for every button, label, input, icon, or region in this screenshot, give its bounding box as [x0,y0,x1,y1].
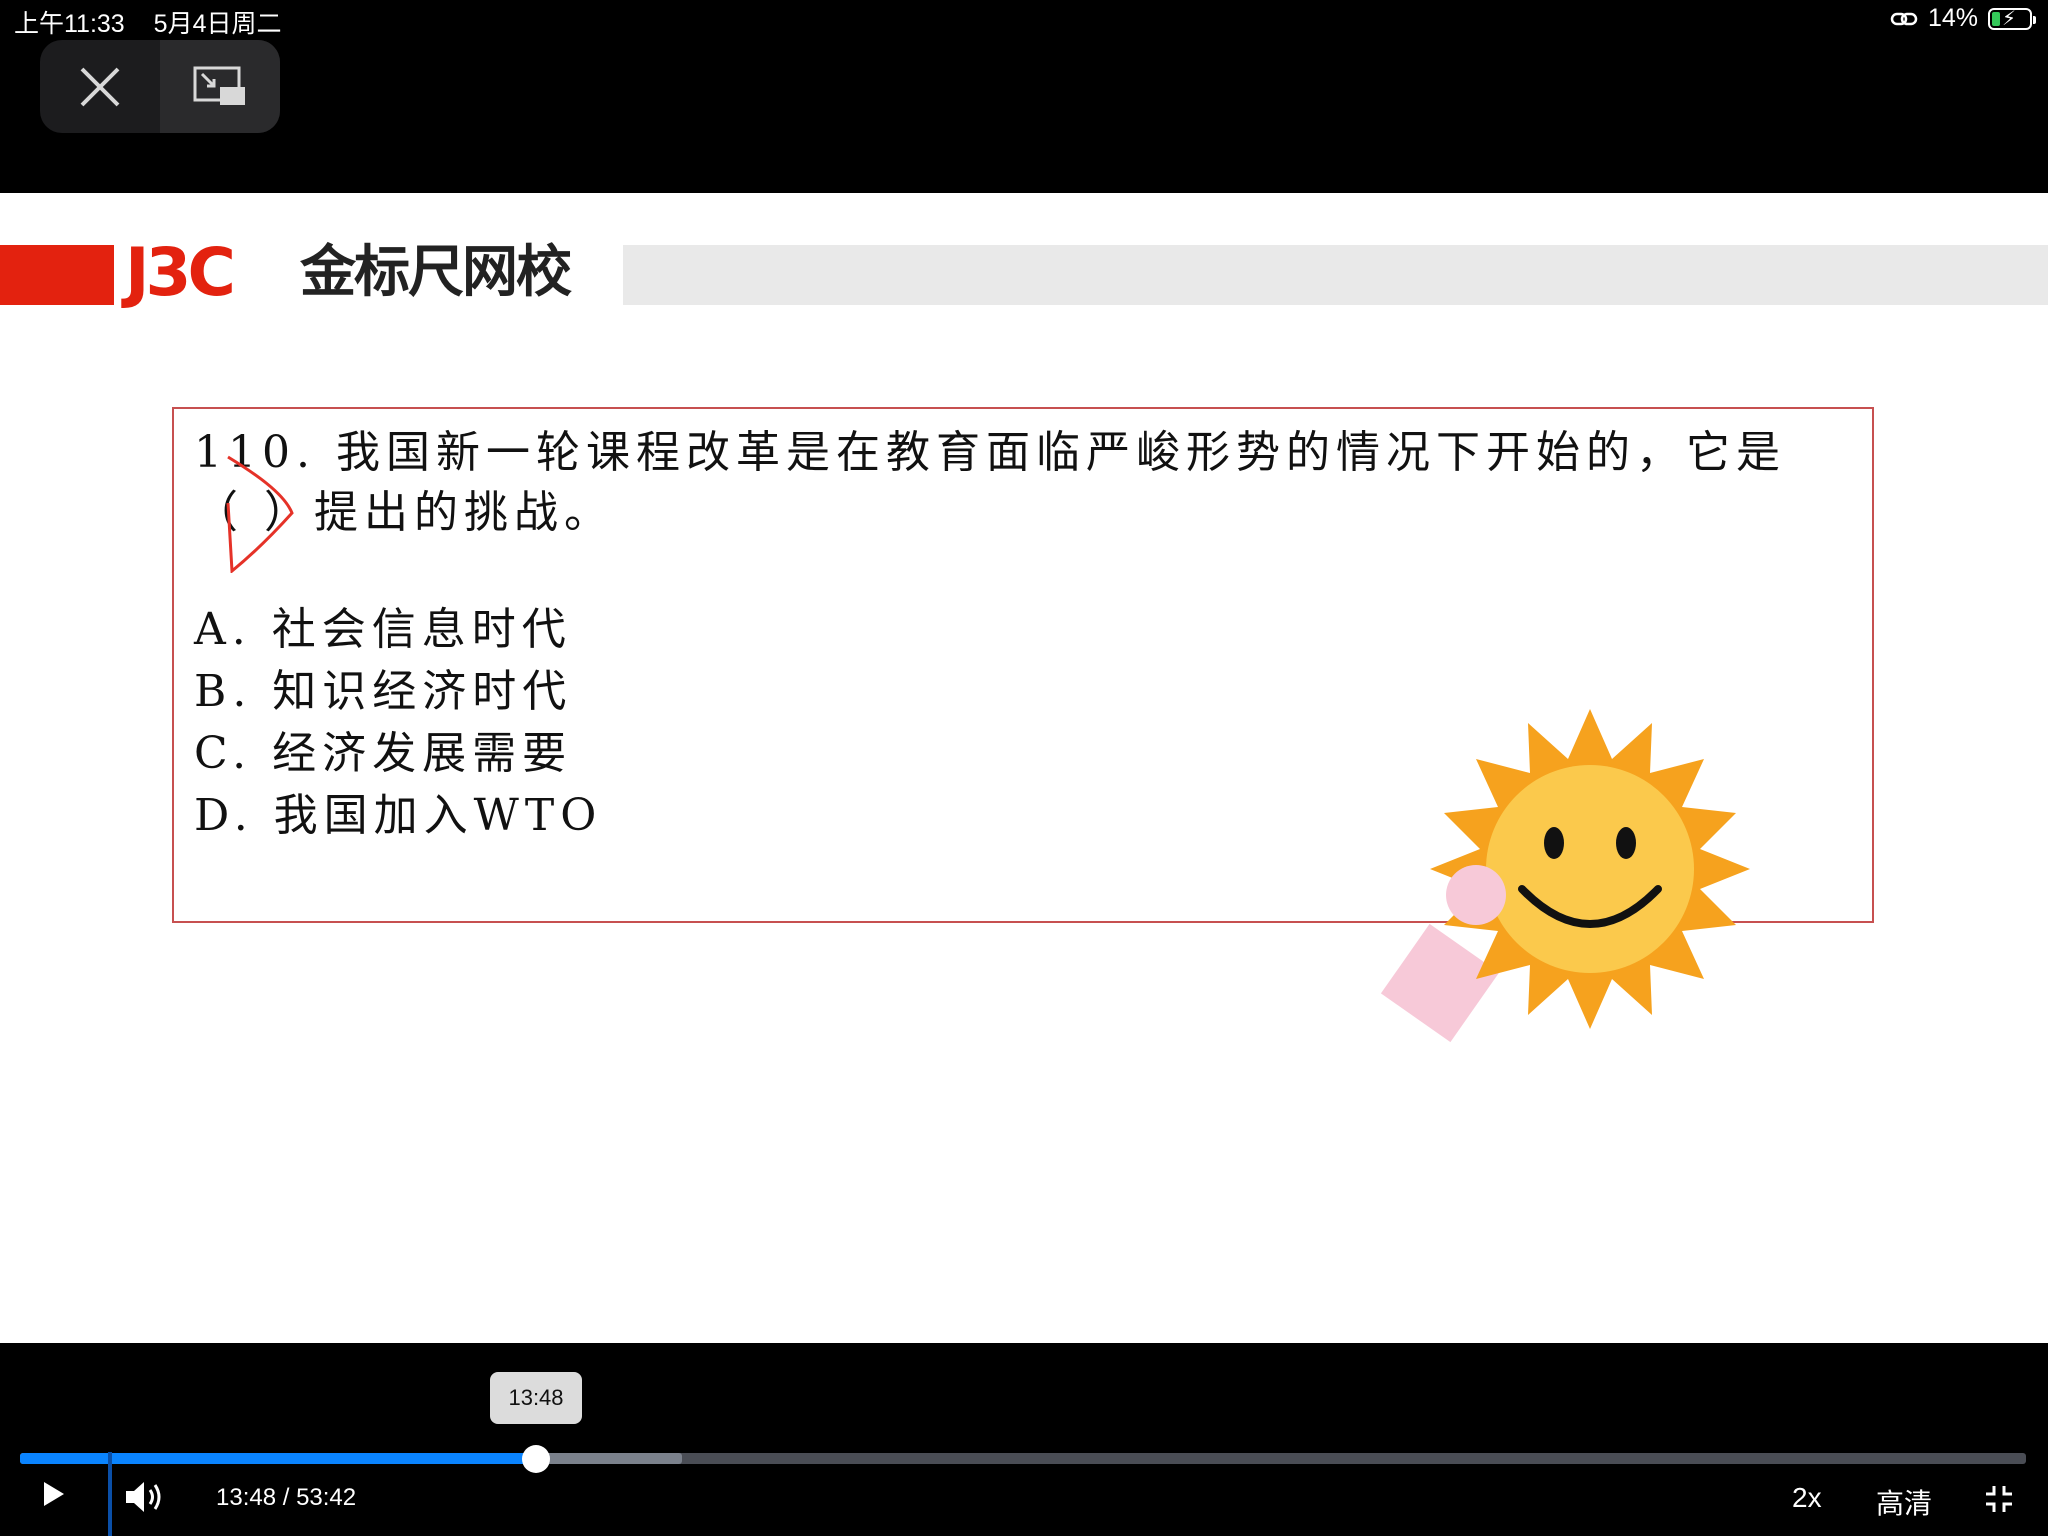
battery-icon: ⚡ [1988,7,2036,30]
restore-window-button[interactable] [160,40,280,133]
brand-logo-letters: J3C [125,234,236,311]
question-line-2: （ ）提出的挑战。 [194,487,614,538]
option-b: B. 知识经济时代 [194,666,573,717]
video-frame[interactable]: J3C 金标尺网校 110. 我国新一轮课程改革是在教育面临严峻形势的情况下开始… [0,193,2048,1343]
pip-controls [40,40,280,133]
handwritten-answer-mark [226,455,294,573]
status-bar-left: 上午11:33 5月4日周二 [14,4,303,40]
time-display: 13:48 / 53:42 [216,1484,357,1511]
status-time: 上午11:33 [14,10,125,38]
link-icon [1890,12,1918,25]
close-icon [80,67,120,106]
play-button[interactable] [0,1452,112,1536]
brand-gray-bar [623,245,2048,305]
progress-thumb[interactable] [521,1445,550,1473]
progress-bar[interactable] [20,1453,2026,1464]
battery-percent: 14% [1927,4,1978,32]
brand-red-bar [0,245,114,305]
option-a: A. 社会信息时代 [194,604,572,655]
exit-fullscreen-icon[interactable] [1984,1484,2014,1514]
playback-speed-button[interactable]: 2x [1792,1482,1822,1514]
scrub-time-tooltip: 13:48 [490,1372,582,1424]
close-button[interactable] [40,40,160,133]
question-line-1: 110. 我国新一轮课程改革是在教育面临严峻形势的情况下开始的，它是 [194,427,1786,478]
options-list: A. 社会信息时代 B. 知识经济时代 C. 经济发展需要 D. 我国加入WTO [194,599,602,847]
question-text: 110. 我国新一轮课程改革是在教育面临严峻形势的情况下开始的，它是 （ ）提出… [194,423,1854,543]
smiling-sun-sticker [1380,709,1750,1043]
status-date: 5月4日周二 [153,10,282,38]
status-bar-right: 14% ⚡ [1890,4,2036,33]
brand-logo-name: 金标尺网校 [300,240,572,305]
quality-button[interactable]: 高清 [1876,1482,1932,1522]
option-c: C. 经济发展需要 [194,728,573,779]
play-icon [44,1482,64,1506]
volume-icon[interactable] [124,1480,166,1514]
restore-window-icon [193,66,245,105]
option-d: D. 我国加入WTO [194,790,603,841]
